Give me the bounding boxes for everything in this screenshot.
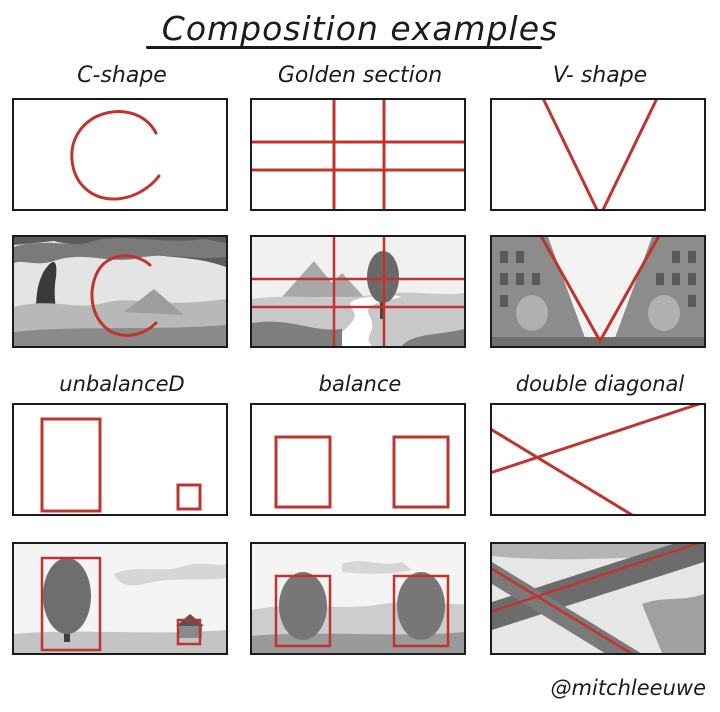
unbalanced-sketch	[12, 542, 228, 655]
c-shape-diagram	[12, 98, 228, 211]
unbalanced-diagram	[12, 403, 228, 516]
double-diagonal-sketch	[490, 542, 706, 655]
golden-section-diagram	[250, 98, 466, 211]
golden-section-sketch	[250, 235, 466, 348]
label-v-shape: V- shape	[552, 63, 648, 88]
label-golden-section: Golden section	[277, 63, 443, 88]
balance-diagram	[250, 403, 466, 516]
label-unbalanced: unbalanceD	[59, 372, 185, 396]
label-c-shape: C-shape	[77, 63, 167, 88]
double-diagonal-diagram	[490, 403, 706, 516]
v-shape-sketch	[490, 235, 706, 348]
v-shape-diagram	[490, 98, 706, 211]
artist-credit: @mitchleeuwe	[550, 676, 706, 700]
balance-sketch	[250, 542, 466, 655]
label-balance: balance	[318, 372, 402, 396]
label-double-diagonal: double diagonal	[515, 372, 685, 396]
c-shape-sketch	[12, 235, 228, 348]
title-underline	[146, 46, 542, 49]
